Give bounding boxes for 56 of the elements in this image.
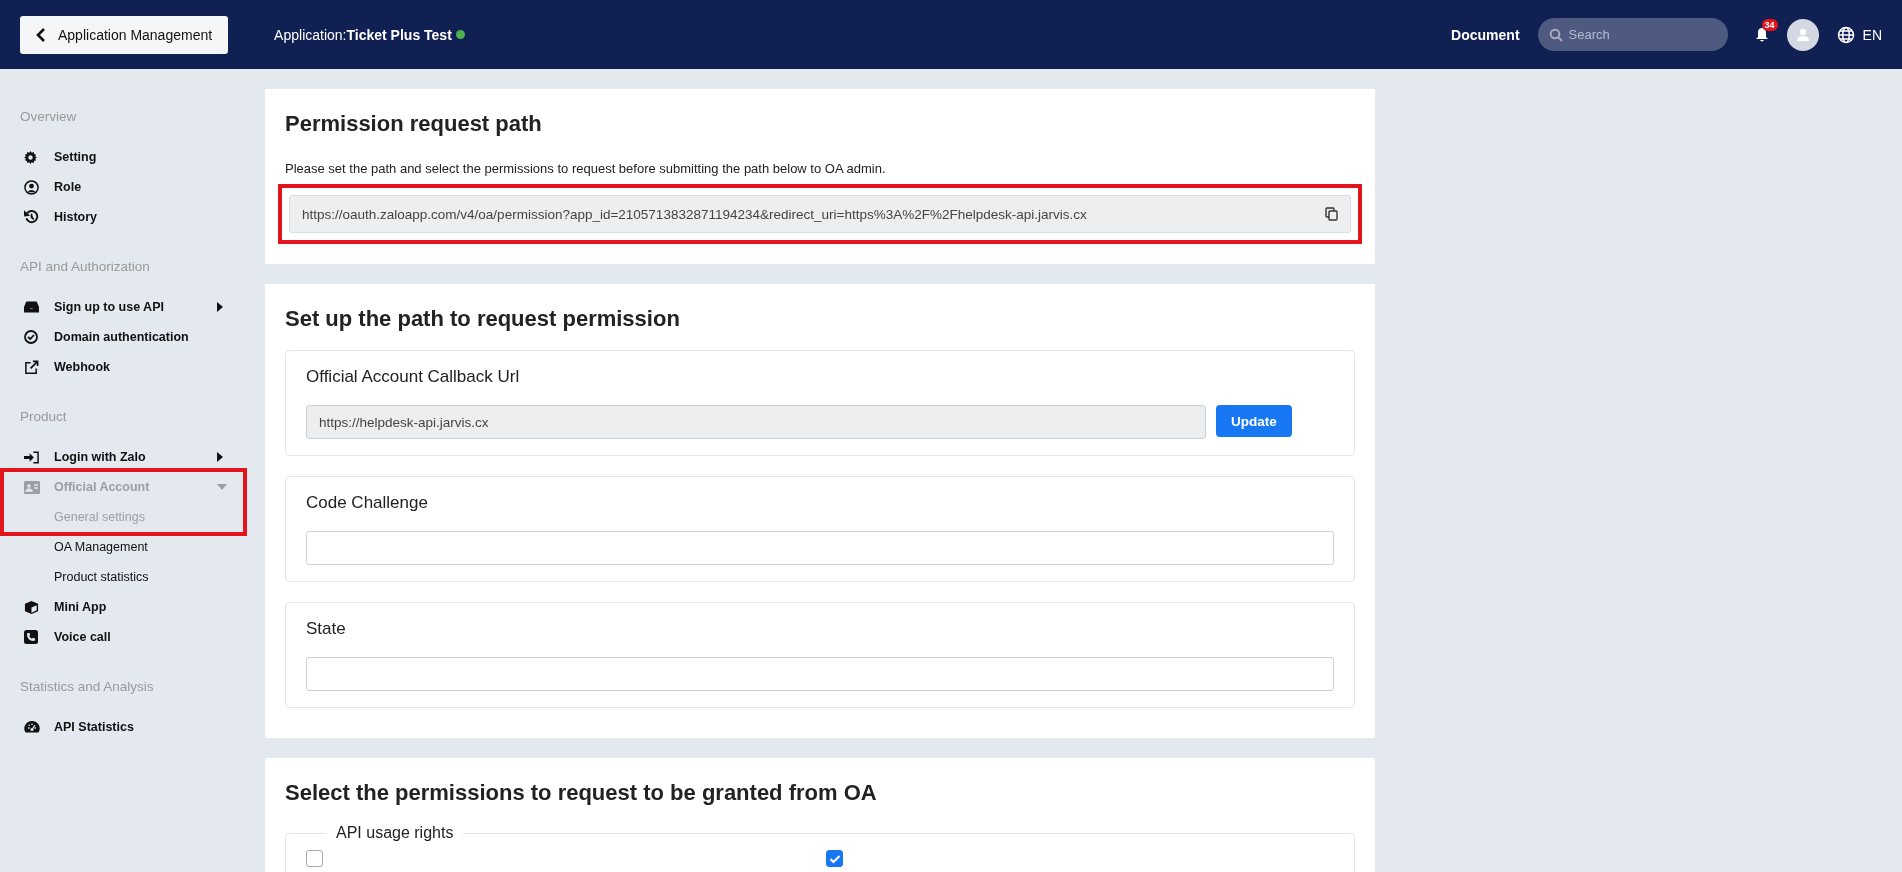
field-label: State xyxy=(306,619,347,639)
checkbox[interactable] xyxy=(306,850,323,867)
language-label[interactable]: EN xyxy=(1862,26,1882,43)
cube-icon xyxy=(24,599,39,615)
sidebar-item[interactable]: Domain authentication xyxy=(0,322,225,352)
sidebar-item[interactable]: Mini App xyxy=(0,592,225,622)
copy-icon[interactable] xyxy=(1325,207,1338,221)
bell-icon[interactable] xyxy=(1754,26,1769,43)
history-icon xyxy=(24,210,39,224)
id-card-icon xyxy=(24,480,40,494)
input-field[interactable] xyxy=(306,531,1334,565)
url-text: https://oauth.zaloapp.com/v4/oa/permission?app_id=2105713832871194234&redirect_uri=https%3A%2F%2Fhelpdesk-api.jarvis.cx xyxy=(302,206,1087,222)
card-title: Select the permissions to request to be granted from OA xyxy=(285,780,878,806)
sidebar-item[interactable]: API Statistics xyxy=(0,712,225,742)
back-button[interactable]: Application Management xyxy=(20,15,229,54)
field-label: Official Account Callback Url xyxy=(306,367,521,387)
search-field[interactable]: Search xyxy=(1537,18,1728,51)
gauge-icon xyxy=(24,720,40,734)
update-button[interactable]: Update xyxy=(1216,405,1292,437)
sidebar-section-title: Product xyxy=(19,409,68,425)
sidebar-item[interactable]: History xyxy=(0,202,225,232)
application-name: Ticket Plus Test xyxy=(346,26,452,43)
user-circle-icon xyxy=(24,179,39,195)
check-circle-icon xyxy=(24,330,38,344)
sidebar-section-title: Overview xyxy=(19,109,78,125)
group-title: API usage rights xyxy=(335,824,455,842)
chevron-left-icon xyxy=(36,27,46,42)
sidebar-section-title: API and Authorization xyxy=(19,259,151,275)
field-label: Code Challenge xyxy=(306,493,429,513)
url-field[interactable]: https://oauth.zaloapp.com/v4/oa/permission?app_id=2105713832871194234&redirect_uri=https%3A%2F%2Fhelpdesk-api.jarvis.cx xyxy=(289,195,1351,233)
globe-icon[interactable] xyxy=(1836,25,1855,44)
document-link[interactable]: Document xyxy=(1451,26,1520,43)
application-label: Application: xyxy=(274,26,347,43)
sidebar-section-title: Statistics and Analysis xyxy=(19,679,155,695)
description-text: Please set the path and select the permissions to request before submitting the path below to OA admin. xyxy=(285,161,887,176)
phone-icon xyxy=(24,630,38,644)
sidebar-subitem[interactable]: OA Management xyxy=(0,532,265,562)
card-title: Permission request path xyxy=(285,111,543,137)
gear-icon xyxy=(24,150,37,164)
input-field[interactable]: https://helpdesk-api.jarvis.cx xyxy=(306,405,1206,439)
external-link-icon xyxy=(24,359,39,375)
sign-in-icon xyxy=(24,450,39,464)
sidebar-item[interactable]: Voice call xyxy=(0,622,225,652)
checkbox[interactable] xyxy=(826,850,843,867)
search-icon xyxy=(1548,28,1563,42)
avatar-icon[interactable] xyxy=(1786,18,1819,51)
sidebar-item[interactable]: Setting xyxy=(0,142,225,172)
card-title: Set up the path to request permission xyxy=(285,306,681,332)
input-field[interactable] xyxy=(306,657,1334,691)
inbox-icon xyxy=(24,301,39,313)
notification-count: 34 xyxy=(1761,18,1778,31)
sidebar-item[interactable]: Login with Zalo xyxy=(0,442,225,472)
sidebar-item[interactable]: Sign up to use API xyxy=(0,292,225,322)
sidebar-item[interactable]: Webhook xyxy=(0,352,225,382)
sidebar-item[interactable]: Role xyxy=(0,172,225,202)
sidebar-subitem[interactable]: Product statistics xyxy=(0,562,265,592)
